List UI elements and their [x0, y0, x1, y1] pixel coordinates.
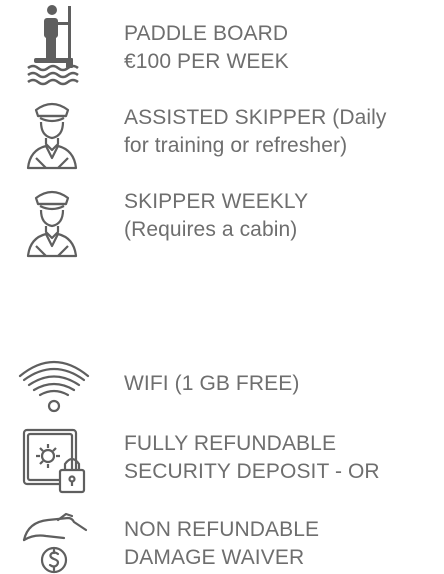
damage-waiver-icon	[22, 512, 88, 574]
item-label: ASSISTED SKIPPER (Daily for training or …	[124, 106, 387, 157]
skipper-icon	[26, 102, 78, 170]
item-label: FULLY REFUNDABLE SECURITY DEPOSIT - OR	[124, 432, 380, 483]
item-label: NON REFUNDABLE DAMAGE WAIVER	[124, 518, 320, 569]
list-item-security-deposit: FULLY REFUNDABLE SECURITY DEPOSIT - OR	[0, 420, 444, 504]
list-item-assisted-skipper: ASSISTED SKIPPER (Daily for training or …	[0, 92, 444, 180]
safe-lock-icon	[22, 428, 86, 494]
list-item-paddle-board: PADDLE BOARD €100 PER WEEK	[0, 0, 444, 90]
item-label: WIFI (1 GB FREE)	[124, 372, 300, 395]
list-item-damage-waiver: NON REFUNDABLE DAMAGE WAIVER	[0, 500, 444, 574]
list-item-wifi: WIFI (1 GB FREE)	[0, 350, 444, 420]
item-label: SKIPPER WEEKLY (Requires a cabin)	[124, 190, 309, 241]
item-label: PADDLE BOARD €100 PER WEEK	[124, 22, 289, 73]
wifi-icon	[18, 360, 90, 413]
skipper-icon	[26, 190, 78, 258]
paddle-board-icon	[27, 5, 79, 86]
list-item-skipper-weekly: SKIPPER WEEKLY (Requires a cabin)	[0, 180, 444, 270]
